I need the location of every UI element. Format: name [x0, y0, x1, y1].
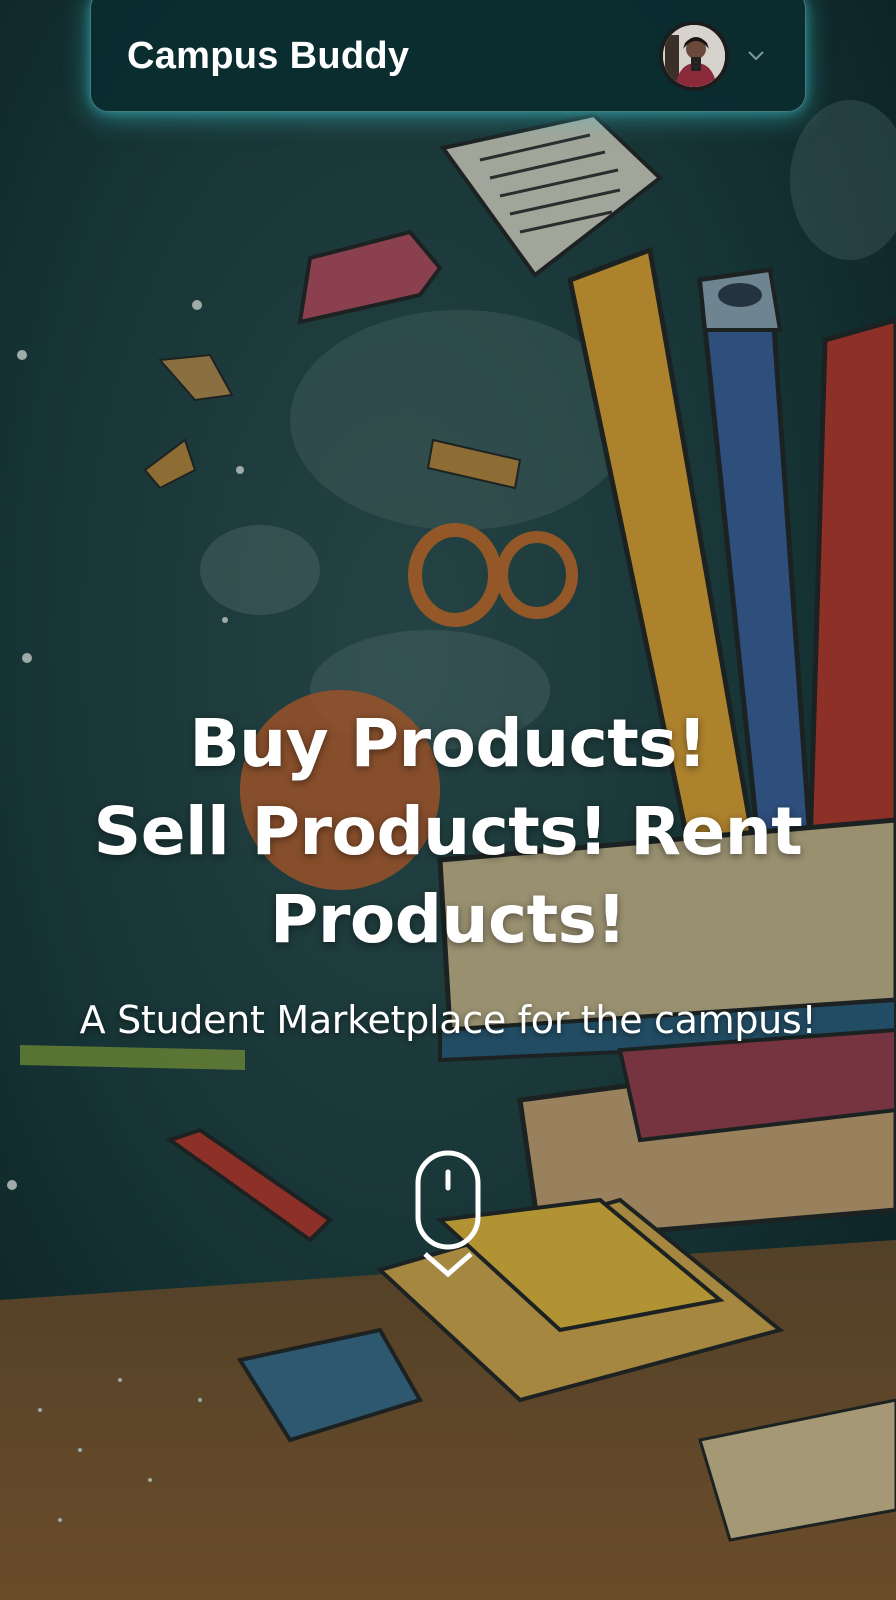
- headline-line-3: Products!: [269, 881, 627, 958]
- headline-line-2: Sell Products! Rent: [93, 793, 803, 870]
- mouse-scroll-down-icon[interactable]: [415, 1150, 481, 1282]
- headline-line-1: Buy Products!: [189, 705, 707, 782]
- brand-title[interactable]: Campus Buddy: [127, 35, 659, 78]
- hero-headline: Buy Products! Sell Products! Rent Produc…: [0, 700, 896, 964]
- hero-section: Campus Buddy Buy Products! Sell Products…: [0, 0, 896, 1600]
- top-navbar: Campus Buddy: [90, 0, 806, 112]
- user-avatar[interactable]: [659, 21, 729, 91]
- avatar-icon: [663, 25, 725, 87]
- chevron-down-icon[interactable]: [745, 45, 767, 67]
- hero-subtitle: A Student Marketplace for the campus!: [79, 998, 817, 1042]
